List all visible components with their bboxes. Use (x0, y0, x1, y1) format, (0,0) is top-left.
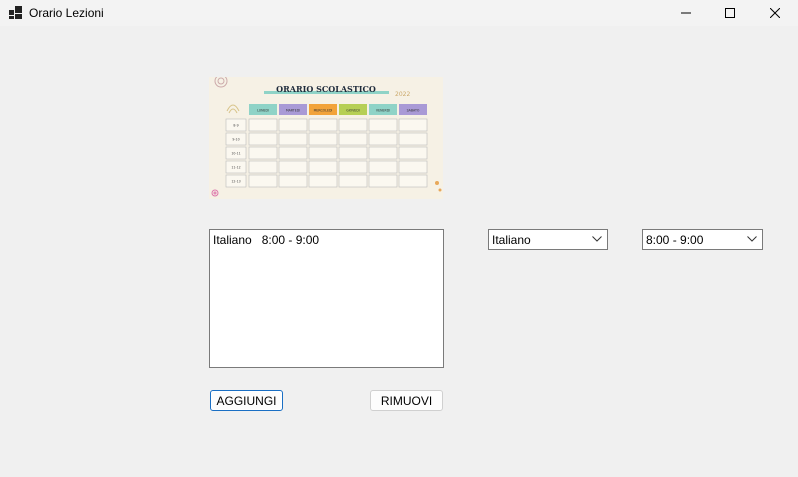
timetable-cell (398, 160, 428, 174)
timetable-cell (368, 118, 398, 132)
app-icon (9, 6, 22, 19)
timetable-cell (398, 174, 428, 188)
doodle-swirl (214, 77, 228, 88)
timetable-cell (308, 146, 338, 160)
subject-combobox[interactable]: Italiano (488, 229, 608, 250)
day-label: VENERDI (376, 109, 390, 113)
timetable-cell (368, 132, 398, 146)
time-label: 8-9 (233, 124, 238, 128)
doodle-dots (435, 181, 442, 192)
day-label: SABATO (407, 109, 420, 113)
timetable-cell (398, 118, 428, 132)
timetable-image: ORARIO SCOLASTICO 2022 LUNEDI MARTEDI MERC… (209, 77, 443, 199)
timetable-cell (248, 174, 278, 188)
subject-combobox-value: Italiano (492, 233, 531, 247)
doodle-flower (211, 189, 219, 197)
timetable-cell (308, 118, 338, 132)
timetable-cell (368, 174, 398, 188)
timetable-cell (278, 146, 308, 160)
timetable-cell (398, 146, 428, 160)
timetable-cell (338, 160, 368, 174)
maximize-button[interactable] (707, 0, 753, 26)
chevron-down-icon (592, 236, 602, 242)
timetable-cell (338, 132, 368, 146)
add-button[interactable]: AGGIUNGI (210, 390, 283, 411)
close-icon (770, 8, 780, 18)
window-title: Orario Lezioni (29, 6, 104, 20)
timetable-cell (338, 174, 368, 188)
timetable-cell (308, 174, 338, 188)
timetable-cell (308, 132, 338, 146)
timetable-graphic: ORARIO SCOLASTICO 2022 LUNEDI MARTEDI MERC… (211, 77, 442, 197)
time-label: 11-12 (231, 166, 240, 170)
timetable-cell (398, 132, 428, 146)
timetable-cell (338, 118, 368, 132)
time-combobox-value: 8:00 - 9:00 (646, 233, 704, 247)
time-label: 9-10 (232, 138, 239, 142)
time-label: 12-13 (231, 180, 240, 184)
timetable-cell (248, 146, 278, 160)
timetable-cell (278, 160, 308, 174)
title-bar[interactable]: Orario Lezioni (0, 0, 798, 26)
time-label: 10-11 (231, 152, 240, 156)
day-label: LUNEDI (257, 109, 269, 113)
lessons-listbox[interactable]: Italiano 8:00 - 9:00 (209, 229, 444, 368)
timetable-cell (368, 146, 398, 160)
minimize-button[interactable] (663, 0, 709, 26)
close-button[interactable] (752, 0, 798, 26)
timetable-cell (278, 132, 308, 146)
timetable-cell (248, 132, 278, 146)
maximize-icon (725, 8, 735, 18)
timetable-cell (278, 118, 308, 132)
list-item[interactable]: Italiano 8:00 - 9:00 (213, 233, 319, 247)
timetable-cell (308, 160, 338, 174)
remove-button[interactable]: RIMUOVI (370, 390, 443, 411)
day-label: MERCOLEDI (314, 109, 333, 113)
timetable-cell (368, 160, 398, 174)
timetable-cell (248, 118, 278, 132)
timetable-cell (248, 160, 278, 174)
poster-year: 2022 (395, 91, 410, 98)
time-combobox[interactable]: 8:00 - 9:00 (642, 229, 763, 250)
doodle-leaf (226, 104, 240, 114)
minimize-icon (681, 12, 691, 14)
poster-title: ORARIO SCOLASTICO (276, 84, 376, 94)
timetable-cell (278, 174, 308, 188)
timetable-cell (338, 146, 368, 160)
day-label: MARTEDI (286, 109, 300, 113)
chevron-down-icon (747, 236, 757, 242)
day-label: GIOVEDI (346, 109, 360, 113)
